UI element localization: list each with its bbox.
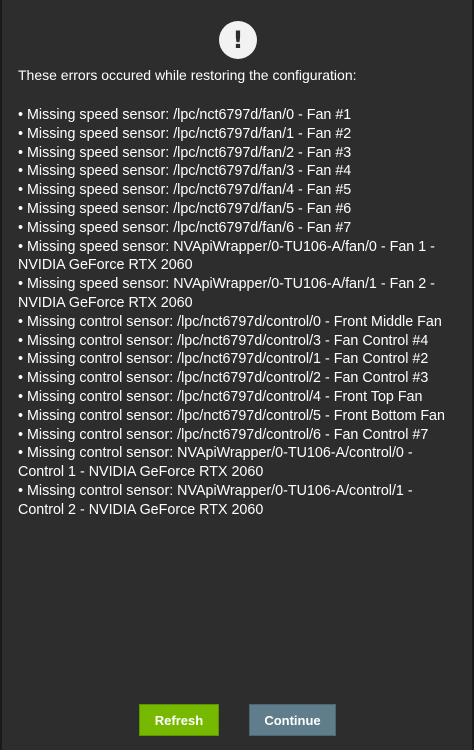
error-item: Missing speed sensor: /lpc/nct6797d/fan/… (18, 181, 458, 200)
error-item: Missing speed sensor: /lpc/nct6797d/fan/… (18, 200, 458, 219)
exclamation-icon: ! (219, 21, 257, 59)
refresh-button[interactable]: Refresh (139, 704, 219, 736)
error-item: Missing speed sensor: NVApiWrapper/0-TU1… (18, 275, 458, 313)
error-dialog: ! These errors occured while restoring t… (0, 0, 474, 750)
error-item: Missing control sensor: /lpc/nct6797d/co… (18, 407, 458, 426)
error-item: Missing control sensor: /lpc/nct6797d/co… (18, 350, 458, 369)
error-item: Missing control sensor: /lpc/nct6797d/co… (18, 332, 458, 351)
error-item: Missing speed sensor: /lpc/nct6797d/fan/… (18, 125, 458, 144)
error-item: Missing control sensor: NVApiWrapper/0-T… (18, 444, 458, 482)
error-item: Missing speed sensor: /lpc/nct6797d/fan/… (18, 219, 458, 238)
exclamation-glyph: ! (232, 26, 244, 54)
continue-button[interactable]: Continue (249, 704, 336, 736)
error-item: Missing control sensor: /lpc/nct6797d/co… (18, 388, 458, 407)
dialog-heading: These errors occured while restoring the… (18, 67, 357, 83)
error-list: Missing speed sensor: /lpc/nct6797d/fan/… (18, 106, 458, 520)
error-item: Missing control sensor: /lpc/nct6797d/co… (18, 313, 458, 332)
error-item: Missing speed sensor: /lpc/nct6797d/fan/… (18, 144, 458, 163)
error-item: Missing speed sensor: /lpc/nct6797d/fan/… (18, 162, 458, 181)
error-item: Missing speed sensor: NVApiWrapper/0-TU1… (18, 238, 458, 276)
error-item: Missing control sensor: NVApiWrapper/0-T… (18, 482, 458, 520)
error-item: Missing control sensor: /lpc/nct6797d/co… (18, 369, 458, 388)
error-item: Missing control sensor: /lpc/nct6797d/co… (18, 426, 458, 445)
error-item: Missing speed sensor: /lpc/nct6797d/fan/… (18, 106, 458, 125)
